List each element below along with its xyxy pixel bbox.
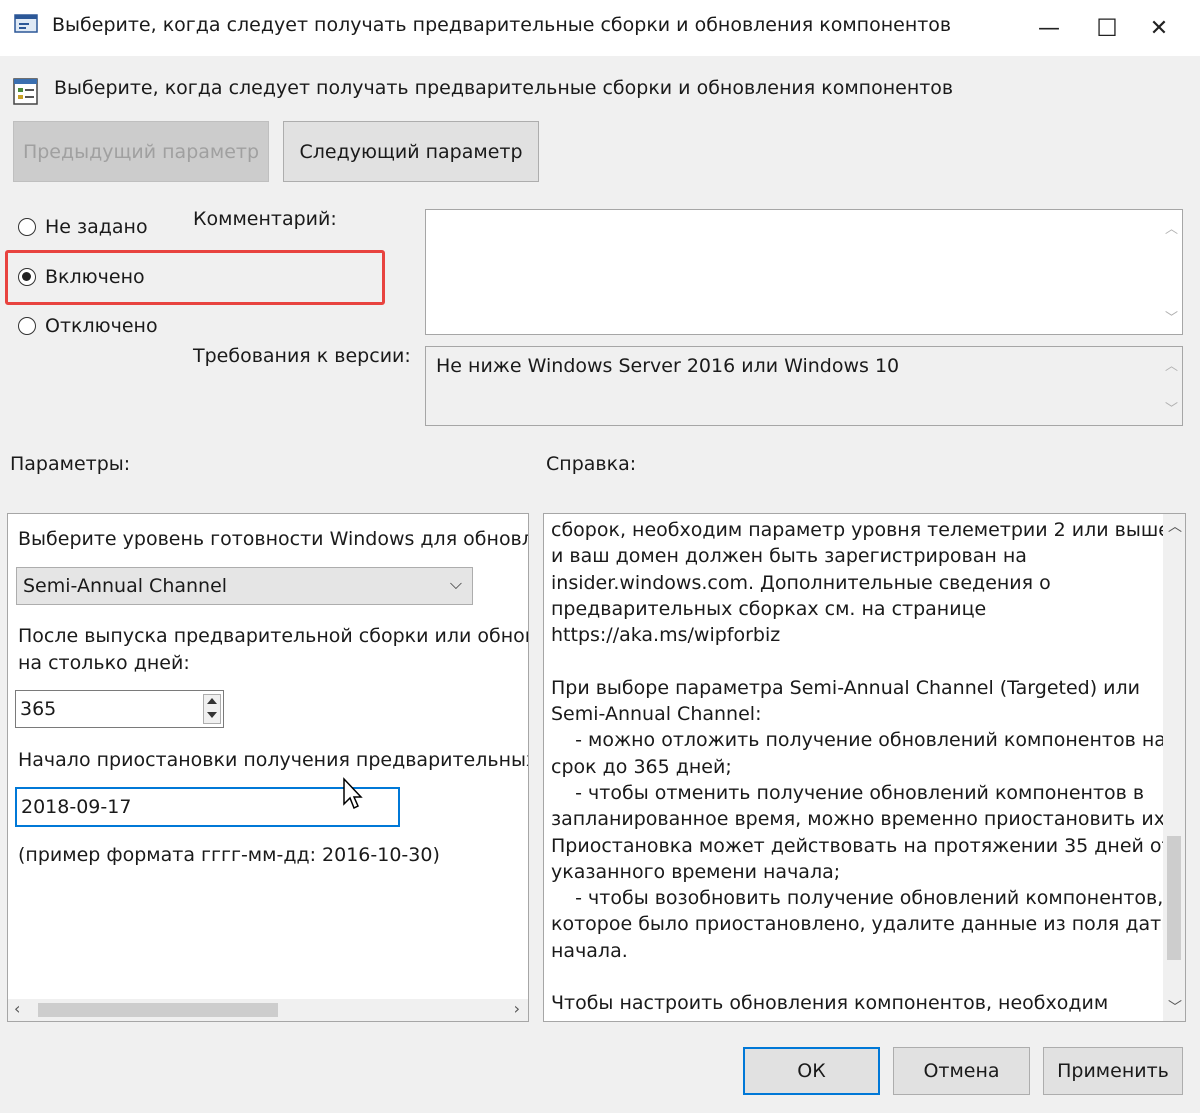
scroll-left-icon[interactable]: ‹: [14, 999, 20, 1018]
options-hscrollbar[interactable]: ‹ ›: [8, 999, 528, 1021]
help-line: https://aka.ms/wipforbiz: [551, 624, 781, 647]
help-line: При выборе параметра Semi-Annual Channel…: [551, 676, 1141, 699]
radio-disabled[interactable]: Отключено: [18, 315, 158, 337]
help-line: - можно отложить получение обновлений ко…: [551, 729, 1166, 752]
scroll-up-icon[interactable]: ︿: [1168, 516, 1182, 536]
apply-button[interactable]: Применить: [1043, 1047, 1183, 1095]
pause-date-value: 2018-09-17: [21, 796, 132, 818]
scroll-up-icon[interactable]: ︿: [1165, 355, 1178, 374]
comment-textarea[interactable]: ︿ ﹀: [425, 209, 1183, 335]
help-line: указанного времени начала;: [551, 860, 841, 883]
help-line: - чтобы возобновить получение обновлений…: [551, 887, 1164, 910]
radio-button-checked[interactable]: [18, 268, 36, 286]
readiness-dropdown[interactable]: Semi-Annual Channel ⌵: [16, 567, 473, 605]
minimize-button[interactable]: —: [1020, 0, 1078, 56]
minimize-icon: —: [1038, 15, 1060, 41]
pause-label: Начало приостановки получения предварите…: [18, 749, 529, 771]
spin-up-icon[interactable]: [207, 698, 217, 704]
spin-down-icon[interactable]: [207, 712, 217, 718]
defer-label-line2: на столько дней:: [18, 652, 190, 674]
requirements-value: Не ниже Windows Server 2016 или Windows …: [436, 355, 900, 377]
help-line: срок до 365 дней;: [551, 755, 732, 778]
radio-button[interactable]: [18, 317, 36, 335]
comment-scrollbar[interactable]: ︿ ﹀: [1162, 210, 1182, 334]
scroll-down-icon[interactable]: ﹀: [1168, 997, 1182, 1017]
policy-title: Выберите, когда следует получать предвар…: [54, 77, 954, 99]
maximize-button[interactable]: ☐: [1078, 0, 1136, 56]
help-line: предварительных сборках см. на странице: [551, 597, 987, 620]
policy-setting-icon: [13, 78, 38, 105]
requirements-box: Не ниже Windows Server 2016 или Windows …: [425, 346, 1183, 426]
cancel-button[interactable]: Отмена: [893, 1047, 1030, 1095]
scroll-down-icon[interactable]: ﹀: [1165, 307, 1178, 326]
scroll-down-icon[interactable]: ﹀: [1165, 398, 1178, 417]
scroll-thumb[interactable]: [38, 1003, 278, 1017]
ok-button[interactable]: ОК: [743, 1047, 880, 1095]
close-button[interactable]: ✕: [1130, 0, 1188, 56]
help-line: [551, 964, 1151, 990]
maximize-icon: ☐: [1096, 14, 1118, 42]
requirements-label: Требования к версии:: [193, 345, 411, 367]
chevron-down-icon: ⌵: [449, 574, 462, 593]
radio-label: Не задано: [45, 216, 148, 238]
help-line: и ваш домен должен быть зарегистрирован …: [551, 545, 1027, 568]
window-title: Выберите, когда следует получать предвар…: [52, 14, 952, 36]
defer-label: После выпуска предварительной сборки или…: [18, 625, 529, 647]
defer-days-value: 365: [20, 698, 57, 720]
help-label: Справка:: [546, 453, 637, 475]
defer-days-spinbox[interactable]: 365: [15, 690, 224, 728]
help-text: сборок, необходим параметр уровня телеме…: [551, 517, 1177, 1017]
radio-not-configured[interactable]: Не задано: [18, 216, 148, 238]
text-cursor-icon: [343, 777, 363, 810]
help-line: [551, 648, 1151, 674]
scroll-up-icon[interactable]: ︿: [1165, 218, 1178, 237]
readiness-label: Выберите уровень готовности Windows для …: [18, 528, 529, 550]
options-label: Параметры:: [10, 453, 131, 475]
readiness-value: Semi-Annual Channel: [23, 575, 228, 597]
format-hint: (пример формата гггг-мм-дд: 2016-10-30): [18, 844, 440, 866]
previous-setting-button[interactable]: Предыдущий параметр: [13, 121, 269, 182]
radio-label: Отключено: [45, 315, 158, 337]
help-line: insider.windows.com. Дополнительные свед…: [551, 571, 1051, 594]
help-line: Semi-Annual Channel:: [551, 703, 762, 726]
next-setting-button[interactable]: Следующий параметр: [283, 121, 539, 182]
help-line: Чтобы настроить обновления компонентов, …: [551, 992, 1109, 1015]
radio-label: Включено: [45, 266, 145, 288]
radio-enabled[interactable]: Включено: [18, 266, 145, 288]
help-line: начала.: [551, 939, 628, 962]
scroll-thumb[interactable]: [1167, 836, 1181, 960]
help-vscrollbar[interactable]: ︿ ﹀: [1163, 514, 1185, 1021]
close-icon: ✕: [1149, 15, 1169, 41]
spin-buttons[interactable]: [203, 694, 221, 724]
help-line: - чтобы отменить получение обновлений ко…: [551, 781, 1145, 804]
requirements-scrollbar[interactable]: ︿ ﹀: [1162, 347, 1182, 425]
help-line: которое было приостановлено, удалите дан…: [551, 913, 1177, 936]
scroll-right-icon[interactable]: ›: [514, 999, 520, 1018]
comment-label: Комментарий:: [193, 208, 337, 230]
radio-button[interactable]: [18, 218, 36, 236]
policy-editor-icon: [14, 14, 38, 33]
help-line: Приостановка может действовать на протяж…: [551, 834, 1173, 857]
options-panel: Выберите уровень готовности Windows для …: [7, 513, 529, 1022]
help-line: сборок, необходим параметр уровня телеме…: [551, 519, 1170, 541]
help-line: запланированное время, можно временно пр…: [551, 808, 1172, 831]
